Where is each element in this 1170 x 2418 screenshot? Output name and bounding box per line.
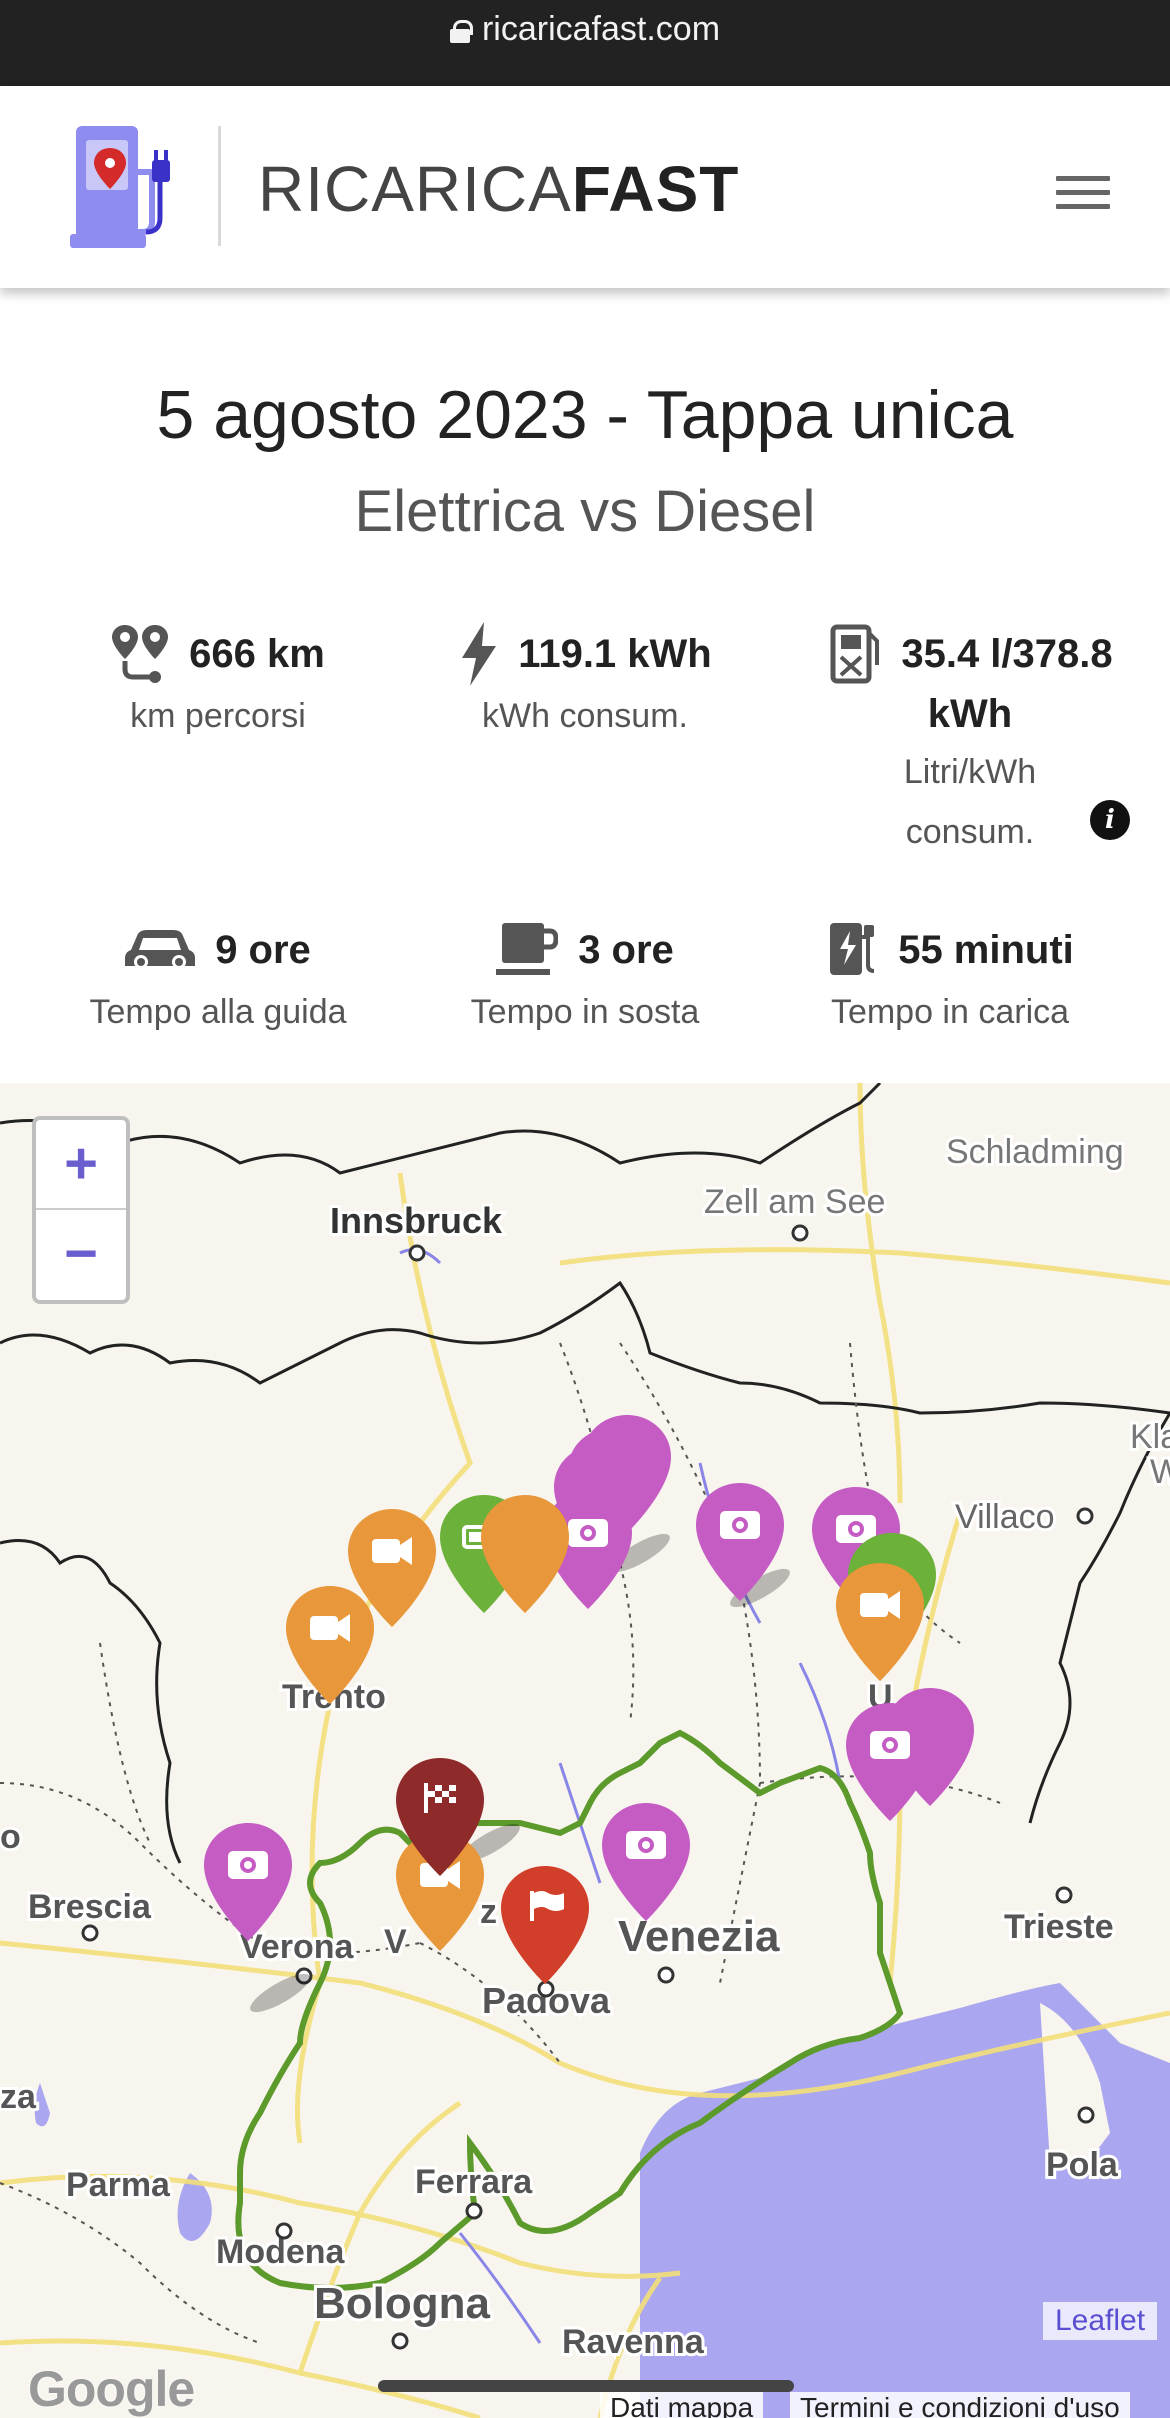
- stat-drive-value: 9 ore: [215, 927, 311, 972]
- city-ravenna: Ravenna: [562, 2323, 705, 2361]
- city-parma: Parma: [66, 2166, 171, 2204]
- end-flag-marker[interactable]: [501, 1866, 589, 1984]
- zoom-in-button[interactable]: +: [36, 1120, 126, 1210]
- logo-divider: [218, 126, 221, 246]
- map-terms-link[interactable]: Termini e condizioni d'uso: [790, 2392, 1130, 2418]
- stat-stop: 3 ore Tempo in sosta: [430, 918, 740, 1042]
- page-title: 5 agosto 2023 - Tappa unica: [156, 377, 1014, 453]
- car-icon: [125, 930, 196, 969]
- brand-light: RICARICA: [258, 153, 572, 225]
- coffee-cup-icon: [496, 923, 559, 975]
- city-schladming: Schladming: [946, 1133, 1124, 1171]
- city-venezia: Venezia: [618, 1912, 780, 1961]
- route-map[interactable]: Innsbruck Zell am See Schladming Klage W…: [0, 1083, 1170, 2418]
- stat-charge-label: Tempo in carica: [830, 993, 1070, 1031]
- sea-area: [640, 1983, 1170, 2418]
- city-ferrara: Ferrara: [415, 2163, 533, 2201]
- photo-marker[interactable]: [846, 1703, 934, 1821]
- city-zell-am-see: Zell am See: [704, 1183, 885, 1221]
- photo-marker[interactable]: [204, 1823, 292, 1941]
- map-canvas[interactable]: Innsbruck Zell am See Schladming Klage W…: [0, 1083, 1170, 2418]
- google-logo: Google: [28, 2361, 195, 2417]
- city-trieste: Trieste: [1004, 1908, 1114, 1946]
- brand-name[interactable]: RICARICAFAST: [258, 152, 739, 226]
- browser-url-bar[interactable]: ricaricafast.com: [0, 0, 1170, 86]
- route-icon: [112, 625, 169, 683]
- city-bologna: Bologna: [314, 2279, 491, 2328]
- stat-fuel-label-line1: Litri/kWh: [903, 753, 1037, 791]
- stat-km-value: 666 km: [189, 631, 325, 676]
- photo-marker[interactable]: [602, 1803, 690, 1921]
- stat-charge-value: 55 minuti: [898, 927, 1074, 972]
- city-woer: Wör: [1150, 1453, 1170, 1491]
- stat-kwh-label: kWh consum.: [482, 697, 688, 735]
- stat-km: 666 km km percorsi: [60, 622, 376, 746]
- stat-drive-label: Tempo alla guida: [89, 993, 347, 1031]
- stat-kwh-value: 119.1 kWh: [518, 631, 712, 676]
- zoom-control: + −: [32, 1116, 130, 1304]
- stat-km-label: km percorsi: [130, 697, 306, 735]
- home-indicator[interactable]: [378, 2380, 794, 2392]
- logo-icon[interactable]: [70, 122, 190, 252]
- city-za: za: [0, 2078, 37, 2116]
- brand-bold: FAST: [571, 153, 740, 225]
- site-header: RICARICAFAST: [0, 86, 1170, 288]
- city-z: z: [480, 1893, 497, 1931]
- stat-fuel-value-line2: kWh: [927, 692, 1013, 736]
- zoom-out-button[interactable]: −: [36, 1210, 126, 1300]
- map-data-link[interactable]: Dati mappa: [600, 2392, 764, 2418]
- hamburger-menu-icon[interactable]: [1056, 176, 1110, 216]
- city-brescia: Brescia: [28, 1888, 152, 1926]
- lock-icon: [449, 20, 473, 43]
- city-pola: Pola: [1046, 2146, 1119, 2184]
- charging-station-icon: [830, 923, 875, 975]
- fuel-pump-icon: [830, 624, 880, 684]
- stat-stop-label: Tempo in sosta: [470, 993, 700, 1031]
- city-o: o: [0, 1818, 21, 1856]
- city-klage: Klage: [1130, 1418, 1170, 1456]
- page-subtitle: Elettrica vs Diesel: [354, 479, 816, 544]
- url-text: ricaricafast.com: [481, 10, 721, 48]
- city-v: V: [384, 1923, 407, 1961]
- lightning-icon: [462, 622, 497, 686]
- leaflet-attribution-link[interactable]: Leaflet: [1043, 2302, 1158, 2340]
- stat-drive: 9 ore Tempo alla guida: [60, 918, 376, 1042]
- stat-charge: 55 minuti Tempo in carica: [800, 918, 1100, 1042]
- city-verona: Verona: [240, 1928, 354, 1966]
- stat-stop-value: 3 ore: [578, 927, 674, 972]
- stat-kwh: 119.1 kWh kWh consum.: [430, 622, 740, 746]
- video-marker[interactable]: [836, 1563, 924, 1681]
- city-villaco: Villaco: [955, 1498, 1055, 1536]
- city-innsbruck: Innsbruck: [330, 1200, 503, 1241]
- info-button[interactable]: i: [1090, 800, 1130, 840]
- stat-fuel-value-line1: 35.4 l/378.8: [901, 631, 1113, 676]
